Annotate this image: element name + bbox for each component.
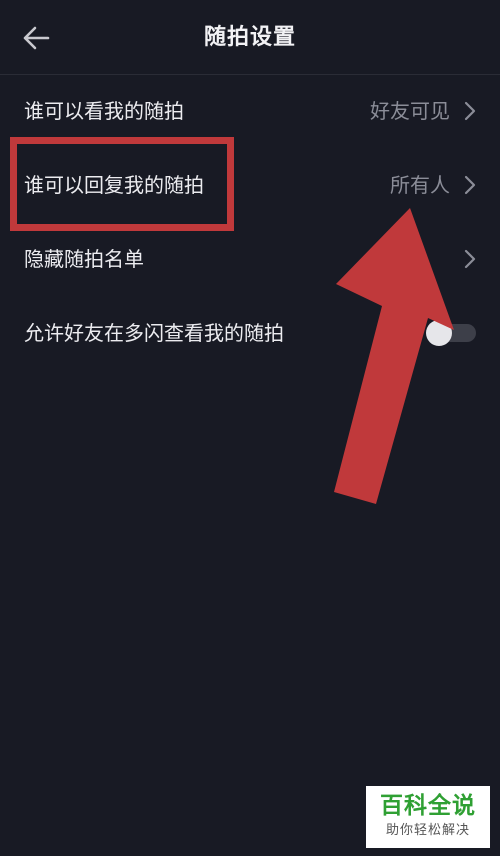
setting-value: 所有人 bbox=[390, 173, 450, 197]
arrow-left-icon bbox=[23, 26, 50, 50]
setting-row-allow-duoshan: 允许好友在多闪查看我的随拍 bbox=[0, 296, 500, 370]
toggle-knob bbox=[426, 320, 452, 346]
setting-label: 隐藏随拍名单 bbox=[24, 247, 144, 271]
back-button[interactable] bbox=[14, 18, 58, 58]
chevron-right-icon bbox=[464, 175, 476, 195]
watermark-title: 百科全说 bbox=[380, 793, 476, 819]
chevron-right-icon bbox=[464, 249, 476, 269]
setting-row-who-can-view[interactable]: 谁可以看我的随拍 好友可见 bbox=[0, 74, 500, 148]
setting-label: 允许好友在多闪查看我的随拍 bbox=[24, 321, 284, 345]
setting-label: 谁可以看我的随拍 bbox=[24, 99, 184, 123]
chevron-right-icon bbox=[464, 101, 476, 121]
watermark-subtitle: 助你轻松解决 bbox=[385, 823, 470, 838]
setting-label: 谁可以回复我的随拍 bbox=[24, 173, 204, 197]
page-title: 随拍设置 bbox=[203, 25, 296, 50]
watermark-logo: 百科全说 助你轻松解决 bbox=[366, 786, 490, 848]
header-bar: 随拍设置 bbox=[0, 0, 500, 75]
setting-value: 好友可见 bbox=[370, 99, 450, 123]
allow-duoshan-toggle[interactable] bbox=[426, 320, 478, 346]
setting-row-hidden-list[interactable]: 隐藏随拍名单 bbox=[0, 222, 500, 296]
setting-row-who-can-reply[interactable]: 谁可以回复我的随拍 所有人 bbox=[0, 148, 500, 222]
